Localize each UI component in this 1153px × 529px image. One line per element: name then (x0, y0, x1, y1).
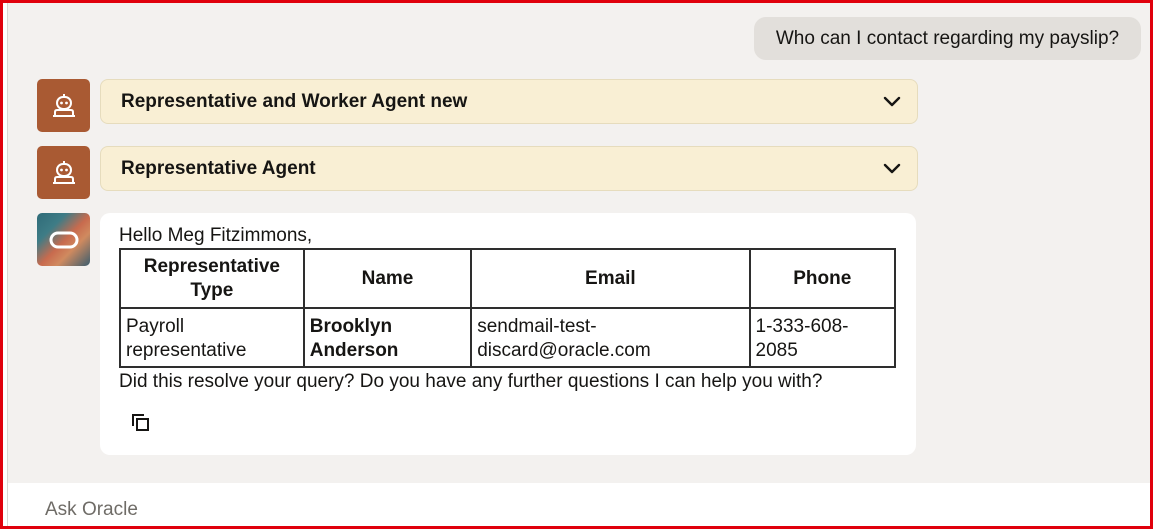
response-followup: Did this resolve your query? Do you have… (119, 371, 823, 392)
agent-accordion-representative[interactable]: Representative Agent (100, 146, 918, 191)
representative-table: Representative Type Name Email Phone Pay… (119, 248, 897, 368)
robot-icon (52, 93, 75, 117)
cell-phone: 1-333-608-2085 (748, 307, 897, 368)
cell-email: sendmail-test-discard@oracle.com (470, 307, 751, 368)
chevron-down-icon[interactable] (883, 96, 901, 108)
user-message-bubble: Who can I contact regarding my payslip? (754, 17, 1141, 60)
response-greeting: Hello Meg Fitzimmons, (119, 225, 313, 246)
left-panel-edge (3, 3, 8, 526)
oracle-assistant-avatar (37, 213, 90, 266)
agent-avatar (37, 146, 90, 199)
robot-icon (52, 160, 75, 184)
column-header-type: Representative Type (119, 248, 305, 309)
copy-button[interactable] (128, 410, 154, 436)
chat-input-bar (8, 483, 1150, 526)
user-message-text: Who can I contact regarding my payslip? (775, 28, 1120, 49)
copy-icon (132, 414, 149, 431)
agent-avatar (37, 79, 90, 132)
cell-representative-type: Payroll representative (119, 307, 305, 368)
ask-oracle-input[interactable] (45, 497, 1045, 523)
agent-accordion-title: Representative and Worker Agent new (121, 90, 468, 112)
table-header-row: Representative Type Name Email Phone (119, 248, 897, 309)
column-header-email: Email (470, 248, 751, 309)
chevron-down-icon[interactable] (883, 163, 901, 175)
column-header-phone: Phone (748, 248, 897, 309)
oracle-logo-icon (49, 231, 78, 248)
column-header-name: Name (302, 248, 473, 309)
table-row: Payroll representative Brooklyn Anderson… (119, 307, 897, 368)
assistant-response-card: Hello Meg Fitzimmons, Representative Typ… (100, 213, 916, 455)
agent-accordion-title: Representative Agent (121, 157, 316, 179)
cell-name: Brooklyn Anderson (302, 307, 473, 368)
agent-accordion-representative-worker[interactable]: Representative and Worker Agent new (100, 79, 918, 124)
